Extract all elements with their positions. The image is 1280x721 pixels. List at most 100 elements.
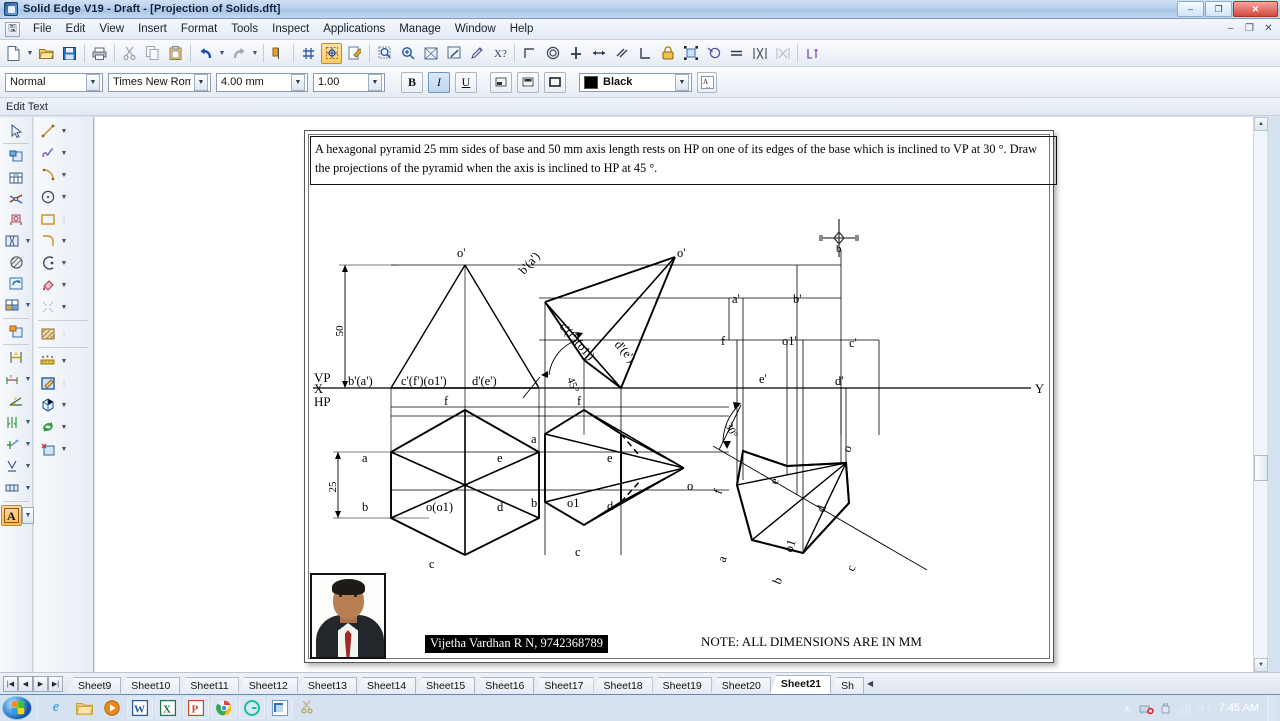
chevron-down-icon[interactable]: ▼ bbox=[675, 73, 689, 91]
media-player-icon[interactable] bbox=[99, 697, 125, 719]
select-tool-icon[interactable] bbox=[6, 120, 27, 141]
sheet-tab-sheet18[interactable]: Sheet18 bbox=[592, 676, 653, 695]
show-hidden-icons-icon[interactable]: ▲ bbox=[1118, 697, 1137, 719]
curve-tool-icon[interactable] bbox=[37, 143, 58, 164]
menu-item-help[interactable]: Help bbox=[503, 21, 541, 37]
fillet-tool-icon[interactable] bbox=[37, 231, 58, 252]
close-button[interactable]: ✕ bbox=[1233, 1, 1278, 17]
sheet-tab-sheet15[interactable]: Sheet15 bbox=[415, 676, 476, 695]
chevron-down-icon[interactable]: ▼ bbox=[22, 369, 34, 390]
sheet-tab-sheet13[interactable]: Sheet13 bbox=[296, 676, 357, 695]
view-sketch-icon[interactable] bbox=[6, 146, 27, 167]
sheet-tab-sheet19[interactable]: Sheet19 bbox=[651, 676, 712, 695]
feature-control-frame-icon[interactable] bbox=[1, 456, 22, 477]
chevron-down-icon[interactable]: ▼ bbox=[22, 506, 34, 524]
grid-icon[interactable] bbox=[298, 43, 319, 64]
font-dialog-button[interactable]: A... bbox=[697, 71, 717, 93]
mdi-restore-button[interactable]: ❐ bbox=[1241, 21, 1258, 36]
cut-icon[interactable] bbox=[119, 43, 140, 64]
menu-item-file[interactable]: File bbox=[26, 21, 59, 37]
symmetry-axis-icon[interactable] bbox=[772, 43, 793, 64]
tangent-relation-icon[interactable] bbox=[703, 43, 724, 64]
chevron-down-icon[interactable]: ▼ bbox=[58, 439, 70, 460]
new-layer-icon[interactable] bbox=[37, 439, 58, 460]
chevron-down-icon[interactable]: ▼ bbox=[368, 73, 382, 91]
chevron-down-icon[interactable]: ▼ bbox=[58, 143, 70, 164]
broken-view-icon[interactable] bbox=[1, 231, 22, 252]
chevron-down-icon[interactable]: ▼ bbox=[58, 297, 70, 318]
redo-icon[interactable] bbox=[228, 43, 249, 64]
paste-icon[interactable] bbox=[165, 43, 186, 64]
cutting-plane-icon[interactable] bbox=[6, 188, 27, 209]
select-tool-icon[interactable] bbox=[321, 42, 342, 64]
copy-icon[interactable] bbox=[142, 43, 163, 64]
power-plug-icon[interactable] bbox=[1156, 697, 1175, 719]
mdi-minimize-button[interactable]: – bbox=[1222, 21, 1239, 36]
chevron-down-icon[interactable]: ▼ bbox=[22, 412, 34, 433]
scroll-down-icon[interactable]: ▼ bbox=[1254, 658, 1268, 672]
horizontal-vertical-relation-icon[interactable] bbox=[565, 43, 586, 64]
edge-paint-icon[interactable] bbox=[37, 373, 58, 394]
drawing-view-wizard-icon[interactable] bbox=[1, 295, 22, 316]
relationship-handles-icon[interactable] bbox=[802, 43, 823, 64]
last-sheet-button[interactable]: ▶| bbox=[48, 675, 63, 692]
powerpoint-icon[interactable]: P bbox=[183, 696, 209, 719]
chevron-down-icon[interactable]: ▼ bbox=[22, 478, 34, 499]
sheet-tab-sheet9[interactable]: Sheet9 bbox=[67, 676, 122, 695]
menu-item-window[interactable]: Window bbox=[448, 21, 503, 37]
update-views-icon[interactable] bbox=[6, 273, 27, 294]
show-desktop-button[interactable] bbox=[1267, 695, 1276, 721]
edit-definition-icon[interactable] bbox=[344, 43, 365, 64]
chevron-down-icon[interactable]: ▼ bbox=[22, 456, 34, 477]
underline-button[interactable]: U bbox=[455, 71, 477, 93]
minimize-button[interactable]: – bbox=[1177, 1, 1204, 17]
network-error-icon[interactable] bbox=[1137, 697, 1156, 719]
first-sheet-button[interactable]: |◀ bbox=[3, 675, 18, 692]
drawing-sheet[interactable]: A hexagonal pyramid 25 mm sides of base … bbox=[304, 130, 1057, 663]
distance-between-icon[interactable]: x bbox=[1, 369, 22, 390]
open-icon[interactable] bbox=[36, 43, 57, 64]
chevron-down-icon[interactable]: ▼ bbox=[58, 253, 70, 274]
parts-list-icon[interactable] bbox=[6, 167, 27, 188]
undo-dropdown-icon[interactable]: ▼ bbox=[217, 43, 227, 64]
equal-relation-icon[interactable] bbox=[726, 43, 747, 64]
menu-item-applications[interactable]: Applications bbox=[316, 21, 392, 37]
taskbar-clock[interactable]: 7:45 AM bbox=[1213, 702, 1267, 714]
chrome-icon[interactable] bbox=[211, 696, 237, 719]
chevron-down-icon[interactable]: ▼ bbox=[194, 73, 208, 91]
solid-edge-app-icon[interactable] bbox=[4, 2, 18, 16]
internet-explorer-icon[interactable]: e bbox=[43, 697, 69, 719]
border-box-icon[interactable] bbox=[544, 71, 566, 93]
zoom-in-icon[interactable] bbox=[397, 43, 418, 64]
menu-item-insert[interactable]: Insert bbox=[131, 21, 174, 37]
menu-item-format[interactable]: Format bbox=[174, 21, 224, 37]
mdi-close-button[interactable]: ✕ bbox=[1260, 21, 1277, 36]
callout-icon[interactable] bbox=[1, 434, 22, 455]
chevron-down-icon[interactable]: ▼ bbox=[58, 165, 70, 186]
menu-item-view[interactable]: View bbox=[92, 21, 131, 37]
menu-item-edit[interactable]: Edit bbox=[59, 21, 93, 37]
new-document-icon[interactable] bbox=[3, 43, 24, 64]
redo-dropdown-icon[interactable]: ▼ bbox=[250, 43, 260, 64]
start-button[interactable] bbox=[2, 695, 32, 720]
sheet-tab-sheet17[interactable]: Sheet17 bbox=[533, 676, 594, 695]
perpendicular-relation-icon[interactable] bbox=[634, 43, 655, 64]
hatch-area-icon[interactable] bbox=[6, 252, 27, 273]
circle-tool-icon[interactable] bbox=[37, 187, 58, 208]
color-dropdown[interactable]: Black ▼ bbox=[579, 72, 692, 92]
italic-button[interactable]: I bbox=[428, 71, 450, 93]
save-icon[interactable] bbox=[59, 43, 80, 64]
symmetric-relation-icon[interactable] bbox=[749, 43, 770, 64]
concentric-relation-icon[interactable] bbox=[542, 43, 563, 64]
chevron-down-icon[interactable]: ▼ bbox=[22, 231, 34, 252]
style-dropdown[interactable]: Normal ▼ bbox=[5, 72, 103, 92]
signal-bars-icon[interactable] bbox=[1175, 697, 1194, 719]
next-sheet-button[interactable]: ▶ bbox=[33, 675, 48, 692]
zoom-area-icon[interactable] bbox=[374, 43, 395, 64]
rotate-icon[interactable] bbox=[37, 417, 58, 438]
part-view-icon[interactable] bbox=[37, 395, 58, 416]
sheet-tab-sheet16[interactable]: Sheet16 bbox=[474, 676, 535, 695]
lock-relation-icon[interactable] bbox=[657, 43, 678, 64]
scrollbar-thumb[interactable] bbox=[1254, 455, 1268, 481]
chamfer-tool-icon[interactable] bbox=[37, 253, 58, 274]
